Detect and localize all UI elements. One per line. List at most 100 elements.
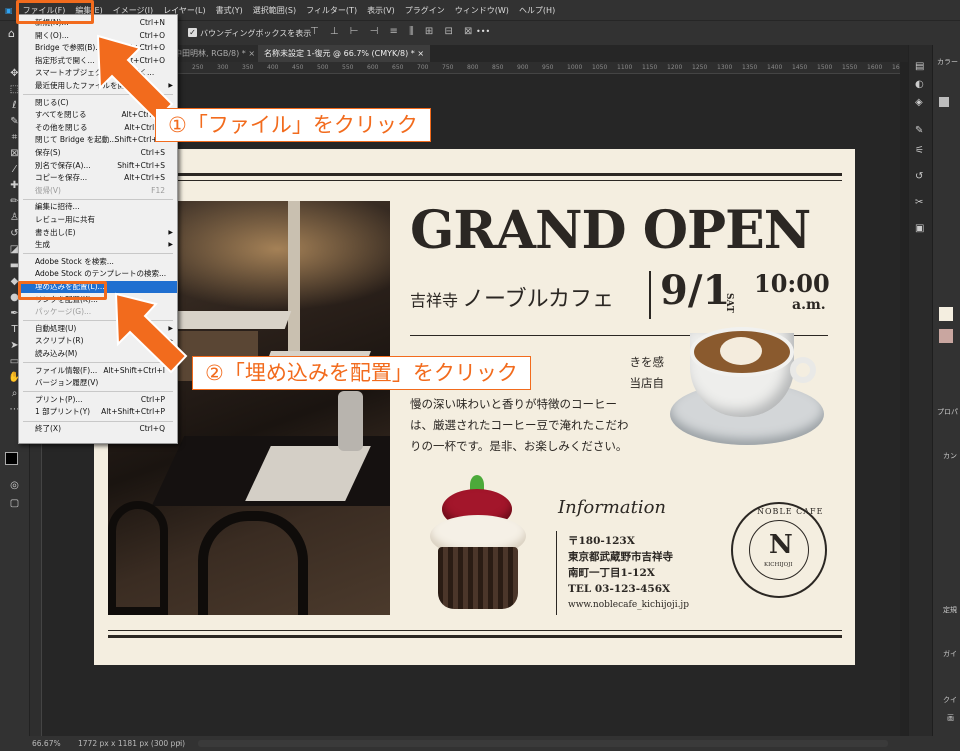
- file-menu-item[interactable]: 1 部プリント(Y) Alt+Shift+Ctrl+P: [19, 406, 177, 418]
- file-menu-item-label: 閉じる(C): [35, 97, 69, 107]
- close-icon[interactable]: ×: [417, 49, 424, 58]
- ruler-mark: 250: [192, 64, 204, 71]
- file-menu-item[interactable]: 復帰(V) F12: [19, 185, 177, 197]
- body-line: は、厳選されたコーヒー豆で淹れたこだわ: [410, 418, 629, 432]
- top-rule-thick: [108, 173, 842, 176]
- file-menu-item[interactable]: 終了(X) Ctrl+Q: [19, 423, 177, 435]
- file-menu-item-label: 終了(X): [35, 424, 61, 433]
- file-menu-item-label: 生成: [35, 240, 50, 250]
- place-embedded-highlight: [18, 281, 107, 300]
- file-menu-item[interactable]: 別名で保存(A)... Shift+Ctrl+S: [19, 160, 177, 172]
- menu-view[interactable]: 表示(V): [362, 5, 400, 16]
- ruler-mark: 1400: [767, 64, 783, 71]
- logo-sub-text: KICHIJOJI: [764, 562, 793, 568]
- ruler-mark: 1150: [642, 64, 658, 71]
- history-icon[interactable]: ↺: [915, 171, 923, 182]
- status-arrow-icon[interactable]: ›: [178, 738, 181, 747]
- file-menu-item-label: 読み込み(M): [35, 349, 78, 358]
- ruler-mark: 1200: [667, 64, 683, 71]
- file-menu-item-label: すべてを閉じる: [35, 110, 87, 120]
- file-menu-item-label: コピーを保存...: [35, 173, 88, 183]
- file-menu-item-shortcut: Shift+Ctrl+S: [117, 160, 165, 170]
- file-menu-item-label: 自動処理(U): [35, 323, 77, 333]
- adjust-icon[interactable]: ⚟: [915, 145, 924, 156]
- ruler-mark: 1500: [817, 64, 833, 71]
- ruler-mark: 1350: [742, 64, 758, 71]
- file-menu-item[interactable]: 保存(S) Ctrl+S: [19, 147, 177, 159]
- ruler-mark: 900: [517, 64, 529, 71]
- quick-actions-item[interactable]: 画: [947, 713, 954, 723]
- file-menu-item[interactable]: コピーを保存... Alt+Ctrl+S: [19, 172, 177, 184]
- horizontal-scrollbar[interactable]: [198, 740, 888, 747]
- photoshop-logo-icon: ▣: [5, 5, 13, 15]
- quick-actions-label[interactable]: クイ: [943, 695, 957, 705]
- menu-select[interactable]: 選択範囲(S): [248, 5, 301, 16]
- swatch[interactable]: [939, 97, 949, 107]
- file-menu-item-label: 復帰(V): [35, 185, 61, 195]
- canvas-section-label[interactable]: カン: [943, 451, 957, 461]
- file-menu-item-shortcut: Ctrl+Q: [139, 424, 165, 433]
- menu-filter[interactable]: フィルター(T): [301, 5, 362, 16]
- file-menu-item[interactable]: 編集に招待...: [19, 201, 177, 213]
- align-icons[interactable]: ⊤ ⊥ ⊢ ⊣ ≡ ⫼ ⊞ ⊟ ⊠: [310, 26, 476, 37]
- menu-help[interactable]: ヘルプ(H): [514, 5, 560, 16]
- headline: GRAND OPEN: [410, 200, 811, 261]
- more-options-icon[interactable]: •••: [476, 27, 490, 36]
- menu-plugins[interactable]: プラグイン: [400, 5, 450, 16]
- ruler-mark: 850: [492, 64, 504, 71]
- file-menu-item[interactable]: Adobe Stock を検索...: [19, 256, 177, 268]
- swatch[interactable]: [939, 307, 953, 321]
- tools-panel-icon[interactable]: ✂: [915, 197, 923, 208]
- address-line: 東京都武蔵野市吉祥寺: [568, 551, 673, 563]
- cupcake-image: [424, 475, 534, 615]
- location-text: 吉祥寺: [410, 291, 459, 310]
- bottom-rule-thin: [108, 630, 842, 631]
- bottom-rule-thick: [108, 635, 842, 638]
- ruler-mark: 700: [417, 64, 429, 71]
- file-menu-item[interactable]: 書き出し(E) ▶: [19, 227, 177, 239]
- brush-panel-icon[interactable]: ✎: [915, 125, 923, 136]
- zoom-level[interactable]: 66.67%: [32, 739, 61, 748]
- ruler-mark: 400: [267, 64, 279, 71]
- swatch-panel-icon[interactable]: ▣: [915, 223, 924, 234]
- foreground-color-swatch[interactable]: [5, 452, 18, 465]
- color-panel-label[interactable]: カラー: [937, 57, 958, 67]
- layers-icon[interactable]: ◈: [915, 97, 923, 108]
- rulers-section-label[interactable]: 定規: [943, 605, 957, 615]
- flyer-artboard[interactable]: GRAND OPEN 吉祥寺 ノーブルカフェ 9/1 SAT 10:00 a.m…: [94, 149, 855, 665]
- ruler-mark: 1100: [617, 64, 633, 71]
- panel-icon[interactable]: ◐: [915, 79, 924, 90]
- status-bar: 66.67% 1772 px x 1181 px (300 ppi) ›: [0, 736, 960, 751]
- file-menu-item-label: 指定形式で開く...: [35, 55, 95, 65]
- close-icon[interactable]: ×: [248, 49, 255, 58]
- tab-document-2[interactable]: 名称未設定 1-復元 @ 66.7% (CMYK/8) * ×: [258, 45, 431, 62]
- file-menu-item[interactable]: プリント(P)... Ctrl+P: [19, 394, 177, 406]
- file-menu-item[interactable]: Adobe Stock のテンプレートの検索...: [19, 268, 177, 280]
- ruler-mark: 300: [217, 64, 229, 71]
- ruler-mark: 800: [467, 64, 479, 71]
- file-menu-item[interactable]: レビュー用に共有: [19, 214, 177, 226]
- screen-mode-icon[interactable]: ▢: [8, 499, 21, 509]
- file-menu-item-label: スクリプト(R): [35, 336, 84, 346]
- file-menu-item-label: プリント(P)...: [35, 394, 83, 404]
- home-icon[interactable]: ⌂: [8, 27, 15, 40]
- address-line: TEL 03-123-456X: [568, 583, 671, 595]
- guides-section-label[interactable]: ガイ: [943, 649, 957, 659]
- quick-mask-icon[interactable]: ◎: [8, 481, 21, 491]
- step1-callout: ①「ファイル」をクリック: [155, 108, 431, 142]
- file-menu-item-label: レビュー用に共有: [35, 215, 95, 224]
- info-divider: [556, 531, 557, 615]
- menu-window[interactable]: ウィンドウ(W): [450, 5, 514, 16]
- panel-icon[interactable]: ▤: [915, 61, 924, 72]
- file-menu-item[interactable]: 生成 ▶: [19, 239, 177, 251]
- ruler-mark: 1000: [567, 64, 583, 71]
- ruler-mark: 500: [317, 64, 329, 71]
- file-menu-item[interactable]: 閉じて Bridge を起動... Shift+Ctrl+W: [19, 134, 177, 146]
- file-menu-item-label: 1 部プリント(Y): [35, 407, 91, 417]
- menu-type[interactable]: 書式(Y): [211, 5, 248, 16]
- file-menu-item-label: Adobe Stock のテンプレートの検索...: [35, 269, 167, 279]
- menu-separator: [23, 198, 173, 200]
- file-menu-item-shortcut: Alt+Ctrl+S: [124, 173, 165, 183]
- properties-panel-label[interactable]: プロパ: [937, 407, 958, 417]
- swatch[interactable]: [939, 329, 953, 343]
